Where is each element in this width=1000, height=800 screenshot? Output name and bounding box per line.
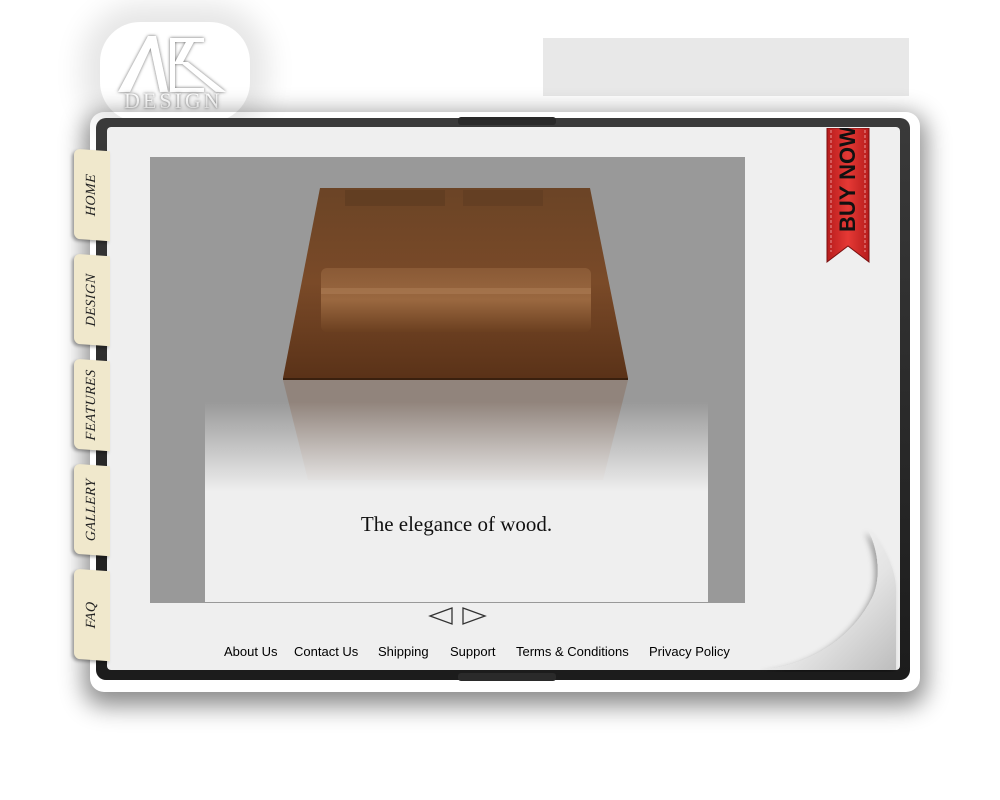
buy-now-label: BUY NOW xyxy=(835,128,860,232)
footer-link-about-us[interactable]: About Us xyxy=(224,644,277,659)
footer-link-support[interactable]: Support xyxy=(450,644,496,659)
footer-link-privacy[interactable]: Privacy Policy xyxy=(649,644,730,659)
tab-features[interactable]: FEATURES xyxy=(74,358,110,452)
page-curl xyxy=(760,530,896,670)
header-banner-box xyxy=(543,38,909,96)
tab-gallery-label: GALLERY xyxy=(84,478,99,542)
tab-features-label: FEATURES xyxy=(84,368,99,442)
logo-wordmark: DESIGN xyxy=(124,88,223,113)
slide-caption: The elegance of wood. xyxy=(360,512,553,536)
book-clasp-bottom xyxy=(458,673,556,681)
tab-gallery[interactable]: GALLERY xyxy=(74,463,110,557)
logo[interactable]: DESIGN xyxy=(100,22,250,122)
slide-fade xyxy=(205,402,708,602)
footer-link-terms[interactable]: Terms & Conditions xyxy=(516,644,629,659)
buy-now-ribbon[interactable]: BUY NOW xyxy=(826,128,870,264)
next-arrow-icon[interactable] xyxy=(461,606,487,626)
wood-product-image xyxy=(283,188,628,380)
prev-arrow-icon[interactable] xyxy=(428,606,454,626)
tab-design[interactable]: DESIGN xyxy=(74,253,110,347)
tab-home[interactable]: HOME xyxy=(74,148,110,242)
tab-faq[interactable]: FAQ xyxy=(74,568,110,662)
footer-link-contact-us[interactable]: Contact Us xyxy=(294,644,358,659)
tab-home-label: HOME xyxy=(84,173,99,217)
slideshow: The elegance of wood. xyxy=(150,157,745,603)
tab-faq-label: FAQ xyxy=(84,600,99,629)
tab-design-label: DESIGN xyxy=(84,273,99,327)
book-clasp-top xyxy=(458,117,556,125)
footer-link-shipping[interactable]: Shipping xyxy=(378,644,429,659)
